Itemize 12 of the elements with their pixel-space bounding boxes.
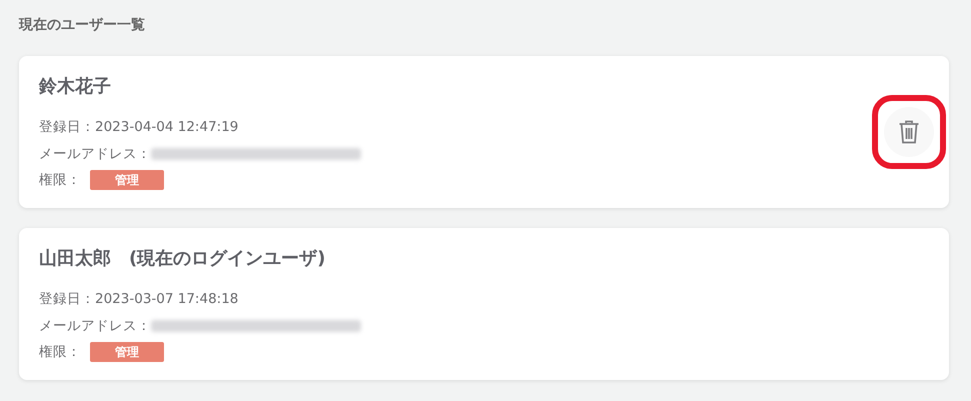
role-label: 権限： <box>39 343 81 362</box>
registration-date: 登録日：2023-03-07 17:48:18 <box>39 290 238 308</box>
trash-icon <box>898 120 920 144</box>
role-tag: 管理 <box>90 342 164 362</box>
email-label: メールアドレス： <box>39 316 151 335</box>
email-label: メールアドレス： <box>39 144 151 163</box>
section-title: 現在のユーザー一覧 <box>19 16 146 35</box>
user-name: 鈴木花子 <box>39 75 112 98</box>
role-label: 権限： <box>39 171 81 190</box>
role-tag: 管理 <box>90 170 164 190</box>
registration-date: 登録日：2023-04-04 12:47:19 <box>39 118 238 136</box>
user-name: 山田太郎 (現在のログインユーザ) <box>39 247 326 270</box>
